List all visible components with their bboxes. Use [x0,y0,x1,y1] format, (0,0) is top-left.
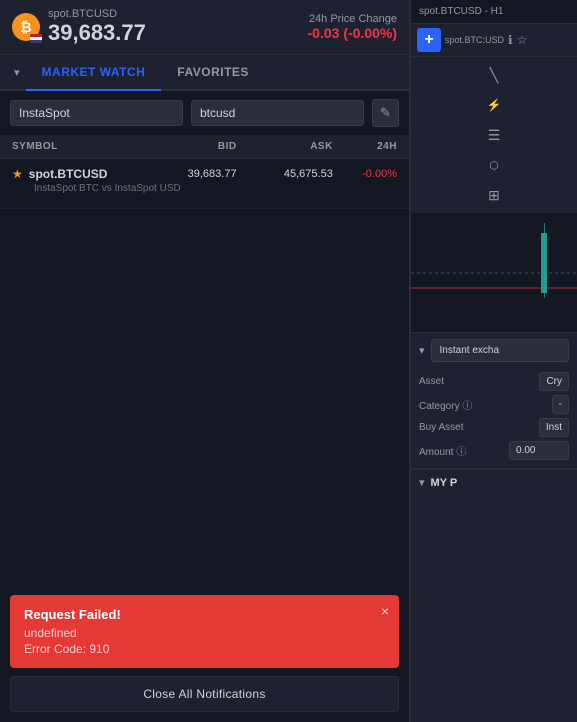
category-label: Category ⓘ [419,397,472,412]
table-row[interactable]: ★ spot.BTCUSD 39,683.77 45,675.53 -0.00%… [0,159,409,209]
bid-cell: 39,683.77 [140,168,236,180]
notification-area: Request Failed! undefined Error Code: 91… [0,585,409,722]
error-code: Error Code: 910 [24,642,385,656]
symbol-description: InstaSpot BTC vs InstaSpot USD [12,181,397,200]
asset-value-button[interactable]: Cry [539,372,569,391]
btc-icon: ₿ [12,13,40,41]
instant-exchange-chevron: ▾ [419,344,425,357]
ask-cell: 45,675.53 [237,168,333,180]
category-row: Category ⓘ - [419,395,569,414]
asset-row: Asset Cry [419,372,569,391]
chart-tools: ╲ ⚡ ☰ ⬡ ⊞ [411,57,577,213]
shape-tool[interactable]: ⬡ [417,151,571,179]
edit-icon-button[interactable]: ✎ [372,99,399,127]
price-change-value: -0.03 (-0.00%) [308,25,398,41]
my-p-title: MY P [431,477,458,489]
symbol-price: 39,683.77 [48,20,146,46]
favorite-chart-button[interactable]: ☆ [517,33,528,47]
close-notification-button[interactable]: × [381,603,389,619]
list-tool[interactable]: ☰ [417,121,571,149]
chart-symbol-label: spot.BTC:USD [445,35,504,45]
search-input-2[interactable] [191,100,364,126]
chart-top-bar: + spot.BTC:USD ℹ ☆ [411,24,577,57]
symbol-name: spot.BTCUSD [48,8,146,20]
my-p-chevron: ▾ [419,476,425,489]
symbol-cell: ★ spot.BTCUSD [12,167,140,181]
flag-icon [30,34,42,43]
tab-market-watch[interactable]: MARKET WATCH [26,55,162,91]
chart-header: spot.BTCUSD - H1 [411,0,577,24]
instant-exchange-title-button[interactable]: Instant excha [431,339,569,362]
instant-exchange-header[interactable]: ▾ Instant excha [411,333,577,368]
error-notification: Request Failed! undefined Error Code: 91… [10,595,399,668]
change-cell: -0.00% [333,168,397,180]
my-p-section[interactable]: ▾ MY P [411,469,577,495]
amount-label: Amount ⓘ [419,443,466,458]
tab-favorites[interactable]: FAVORITES [161,55,265,91]
col-ask: ASK [237,141,333,152]
symbol-info: spot.BTCUSD 39,683.77 [48,8,146,46]
buy-asset-value-button[interactable]: Inst [539,418,569,437]
buy-asset-row: Buy Asset Inst [419,418,569,437]
amount-input[interactable] [509,441,569,460]
category-value-button[interactable]: - [552,395,569,414]
mini-chart [411,213,577,333]
table-body: ★ spot.BTCUSD 39,683.77 45,675.53 -0.00%… [0,159,409,585]
nav-tabs: ▾ MARKET WATCH FAVORITES [0,55,409,91]
crosshair-tool[interactable]: ╲ [417,61,571,89]
symbol-text: spot.BTCUSD [29,167,108,181]
instant-exchange-section: ▾ Instant excha Asset Cry Category ⓘ - B… [411,333,577,469]
col-24h: 24H [333,141,397,152]
search-row: ✎ [0,91,409,135]
header-right: 24h Price Change -0.03 (-0.00%) [308,13,398,41]
info-icon[interactable]: ℹ [508,33,513,47]
price-change-label: 24h Price Change [308,13,398,25]
close-all-notifications-button[interactable]: Close All Notifications [10,676,399,712]
left-panel: ₿ spot.BTCUSD 39,683.77 24h Price Change… [0,0,410,722]
chart-svg [411,213,577,333]
exchange-form: Asset Cry Category ⓘ - Buy Asset Inst Am… [411,368,577,468]
col-bid: BID [140,141,236,152]
amount-row: Amount ⓘ [419,441,569,460]
nav-dropdown[interactable]: ▾ [8,58,26,87]
grid-tool[interactable]: ⊞ [417,181,571,209]
drawing-tool[interactable]: ⚡ [417,91,571,119]
error-title: Request Failed! [24,607,385,622]
header-left: ₿ spot.BTCUSD 39,683.77 [12,8,146,46]
table-header: SYMBOL BID ASK 24H [0,135,409,159]
error-subtitle: undefined [24,626,385,640]
add-indicator-button[interactable]: + [417,28,441,52]
col-symbol: SYMBOL [12,141,140,152]
header: ₿ spot.BTCUSD 39,683.77 24h Price Change… [0,0,409,55]
asset-label: Asset [419,376,444,387]
right-panel: spot.BTCUSD - H1 + spot.BTC:USD ℹ ☆ ╲ ⚡ … [410,0,577,722]
star-icon[interactable]: ★ [12,167,23,181]
search-input-1[interactable] [10,100,183,126]
buy-asset-label: Buy Asset [419,422,463,433]
